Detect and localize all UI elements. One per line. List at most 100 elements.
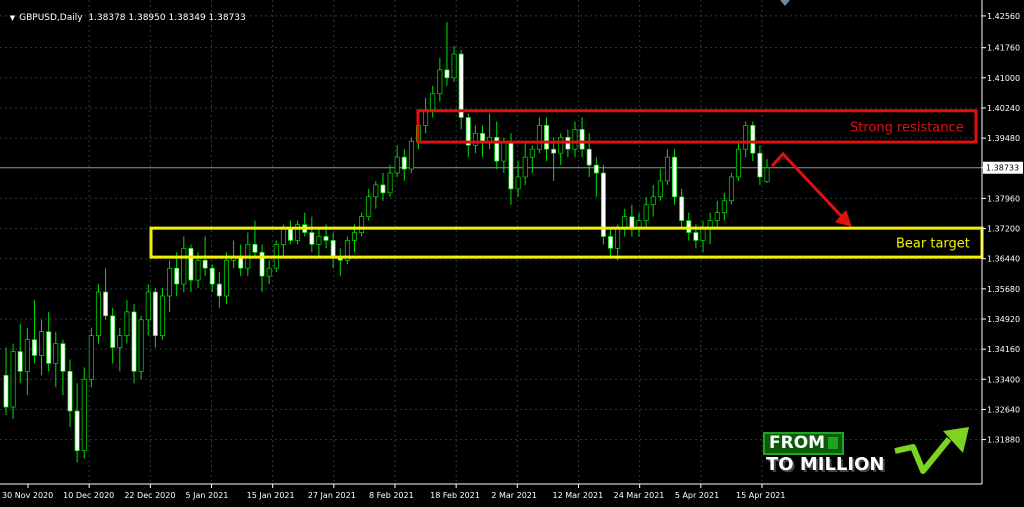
bear-candle-body	[593, 164, 599, 174]
bull-candle-body	[728, 176, 734, 202]
bull-candle-body	[451, 53, 457, 79]
bull-candle-body	[167, 267, 173, 297]
candle	[223, 252, 229, 304]
bear-candle-body	[579, 129, 585, 150]
y-tick-label: 1.41760	[987, 44, 1020, 53]
bear-candle-body	[480, 132, 485, 142]
x-tick-label: 18 Feb 2021	[430, 491, 480, 500]
y-tick-label: 1.31880	[987, 436, 1020, 445]
bull-candle-body	[280, 228, 286, 245]
bull-candle-body	[24, 339, 30, 372]
logo-line-2: TO MILLION	[766, 454, 885, 475]
bear-candle-body	[693, 232, 699, 241]
x-tick-label: 5 Jan 2021	[186, 491, 229, 500]
bull-candle-body	[657, 180, 663, 198]
bull-candle-body	[373, 184, 379, 198]
y-tick-label: 1.42560	[987, 12, 1020, 21]
x-tick-label: 8 Feb 2021	[369, 491, 414, 500]
x-tick-label: 30 Nov 2020	[2, 491, 53, 500]
bar-chart-icon	[828, 437, 839, 449]
candle	[344, 236, 350, 265]
bull-candle-body	[736, 148, 742, 178]
bull-candle-body	[394, 156, 400, 174]
x-tick-label: 24 Mar 2021	[614, 491, 665, 500]
bear-candle-body	[174, 267, 180, 285]
bear-candle-body	[330, 240, 336, 257]
bear-candle-body	[46, 331, 52, 364]
target-label: Bear target	[896, 237, 970, 252]
candle	[600, 165, 606, 245]
y-tick-label: 1.39480	[987, 134, 1020, 143]
bear-candle-body	[323, 236, 329, 241]
bull-candle-body	[39, 331, 45, 356]
bear-candle-body	[757, 152, 763, 178]
bear-candle-body	[750, 125, 756, 154]
bear-candle-body	[288, 228, 293, 241]
bull-candle-body	[10, 351, 16, 408]
bear-candle-body	[508, 140, 514, 190]
resistance-label: Strong resistance	[850, 120, 964, 135]
bull-candle-body	[117, 335, 123, 348]
candle	[672, 149, 678, 205]
bull-candle-body	[664, 156, 670, 182]
y-tick-label: 1.32640	[987, 405, 1020, 414]
bear-candle-body	[401, 156, 407, 170]
bull-candle-body	[572, 129, 578, 150]
bull-candle-body	[501, 140, 507, 162]
bear-candle-body	[131, 311, 137, 372]
bull-candle-body	[159, 295, 165, 336]
bear-candle-body	[252, 244, 258, 253]
y-tick-label: 1.36440	[987, 255, 1020, 264]
menu-triangle-icon[interactable]: ▼	[10, 14, 15, 22]
chart-header: ▼ GBPUSD,Daily 1.38378 1.38950 1.38349 1.…	[4, 3, 246, 23]
bull-candle-body	[124, 311, 130, 336]
bull-candle-body	[387, 172, 393, 194]
x-tick-label: 12 Mar 2021	[553, 491, 604, 500]
bear-candle-body	[152, 291, 158, 336]
logo-line-1: FROM	[763, 432, 845, 455]
bull-candle-body	[700, 228, 706, 241]
y-tick-label: 1.35680	[987, 285, 1020, 294]
bull-candle-body	[515, 176, 521, 190]
candle	[81, 367, 87, 459]
candle	[159, 288, 165, 340]
candle	[138, 315, 144, 380]
bull-candle-body	[352, 232, 357, 241]
bear-candle-body	[74, 410, 80, 452]
bull-candle-body	[366, 196, 372, 217]
bull-candle-body	[53, 343, 59, 364]
candle	[95, 284, 101, 344]
bull-candle-body	[181, 248, 187, 285]
bull-candle-body	[536, 125, 542, 150]
x-tick-label: 15 Apr 2021	[736, 491, 785, 500]
bull-candle-body	[145, 291, 151, 321]
bull-candle-body	[615, 228, 621, 249]
bull-candle-body	[95, 291, 101, 336]
bear-candle-body	[31, 339, 37, 356]
bull-candle-body	[643, 204, 649, 221]
bear-candle-body	[444, 69, 450, 79]
rising-arrow-icon	[894, 427, 969, 474]
bear-candle-body	[551, 148, 557, 154]
bear-candle-body	[380, 184, 386, 194]
bear-candle-body	[216, 283, 222, 297]
bull-candle-body	[522, 156, 528, 178]
bull-candle-body	[81, 378, 87, 452]
bear-candle-body	[672, 156, 678, 198]
x-tick-label: 5 Apr 2021	[675, 491, 719, 500]
bull-candle-body	[88, 335, 94, 380]
bear-candle-body	[458, 53, 464, 118]
y-tick-label: 1.41000	[987, 74, 1020, 83]
bear-candle-body	[686, 220, 692, 233]
bear-candle-body	[202, 259, 208, 269]
candle	[458, 50, 464, 130]
bear-candle-body	[544, 125, 550, 150]
bull-candle-body	[714, 212, 720, 221]
bear-candle-body	[209, 267, 215, 285]
bear-candle-body	[608, 236, 614, 249]
y-tick-label: 1.37200	[987, 225, 1020, 234]
bull-candle-body	[223, 259, 229, 297]
ohlc-readout: 1.38378 1.38950 1.38349 1.38733	[88, 13, 246, 23]
bull-candle-body	[266, 267, 272, 277]
y-tick-label: 1.34920	[987, 315, 1020, 324]
